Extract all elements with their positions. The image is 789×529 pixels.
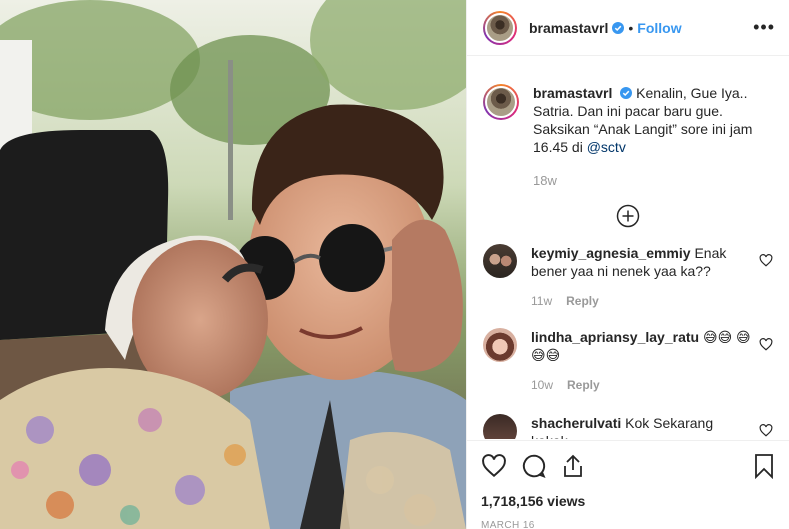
author-avatar[interactable] <box>483 10 517 45</box>
heart-icon[interactable] <box>481 454 507 478</box>
comment-time: 11w <box>531 294 553 308</box>
commenter-username[interactable]: shacherulvati <box>531 415 621 431</box>
action-icons <box>481 451 775 481</box>
heart-icon[interactable] <box>759 424 773 437</box>
views-count[interactable]: 1,718,156 views <box>481 493 775 509</box>
commenter-username[interactable]: keymiy_agnesia_emmiy <box>531 245 691 261</box>
author-username[interactable]: bramastavrl <box>529 20 608 36</box>
caption-username[interactable]: bramastavrl <box>533 85 612 101</box>
caption-time: 18w <box>533 173 557 188</box>
more-options-icon[interactable]: ••• <box>753 17 775 38</box>
comment-meta: 10w Reply <box>531 376 751 394</box>
plus-circle-icon[interactable] <box>616 204 640 228</box>
commenter-avatar[interactable] <box>483 328 517 362</box>
post-header: bramastavrl • Follow ••• <box>467 0 789 56</box>
post-panel: bramastavrl • Follow ••• bramastavrl Ken… <box>466 0 789 529</box>
commenter-avatar[interactable] <box>483 244 517 278</box>
caption: bramastavrl Kenalin, Gue Iya.. Satria. D… <box>483 84 773 190</box>
reply-button[interactable]: Reply <box>567 378 600 392</box>
heart-icon[interactable] <box>759 254 773 267</box>
comment-icon[interactable] <box>521 453 547 479</box>
comment-time: 10w <box>531 378 554 392</box>
commenter-avatar[interactable] <box>483 414 517 439</box>
load-more-comments[interactable] <box>483 204 773 228</box>
follow-button[interactable]: Follow <box>637 20 681 36</box>
comment-item: shacherulvati Kok Sekarang kakak <box>483 414 773 439</box>
comment-item: lindha_apriansy_lay_ratu 😅😅 😅😅😅 10w Reply <box>483 328 773 394</box>
post-date[interactable]: MARCH 16 <box>481 520 775 529</box>
verified-badge-icon <box>612 21 625 34</box>
verified-badge-icon <box>620 87 633 99</box>
comment-item: keymiy_agnesia_emmiy Enak bener yaa ni n… <box>483 244 773 310</box>
separator-dot: • <box>628 19 634 36</box>
post-media[interactable] <box>0 0 466 529</box>
commenter-username[interactable]: lindha_apriansy_lay_ratu <box>531 329 699 345</box>
bookmark-icon[interactable] <box>753 453 775 479</box>
comment-meta: 11w Reply <box>531 292 751 310</box>
caption-avatar[interactable] <box>483 84 519 120</box>
reply-button[interactable]: Reply <box>566 294 599 308</box>
post-actions: 1,718,156 views MARCH 16 <box>467 440 789 529</box>
post-photo <box>0 0 466 529</box>
heart-icon[interactable] <box>759 338 773 351</box>
comments-list[interactable]: bramastavrl Kenalin, Gue Iya.. Satria. D… <box>467 57 789 439</box>
mention-link[interactable]: @sctv <box>587 139 626 155</box>
share-icon[interactable] <box>561 453 585 479</box>
